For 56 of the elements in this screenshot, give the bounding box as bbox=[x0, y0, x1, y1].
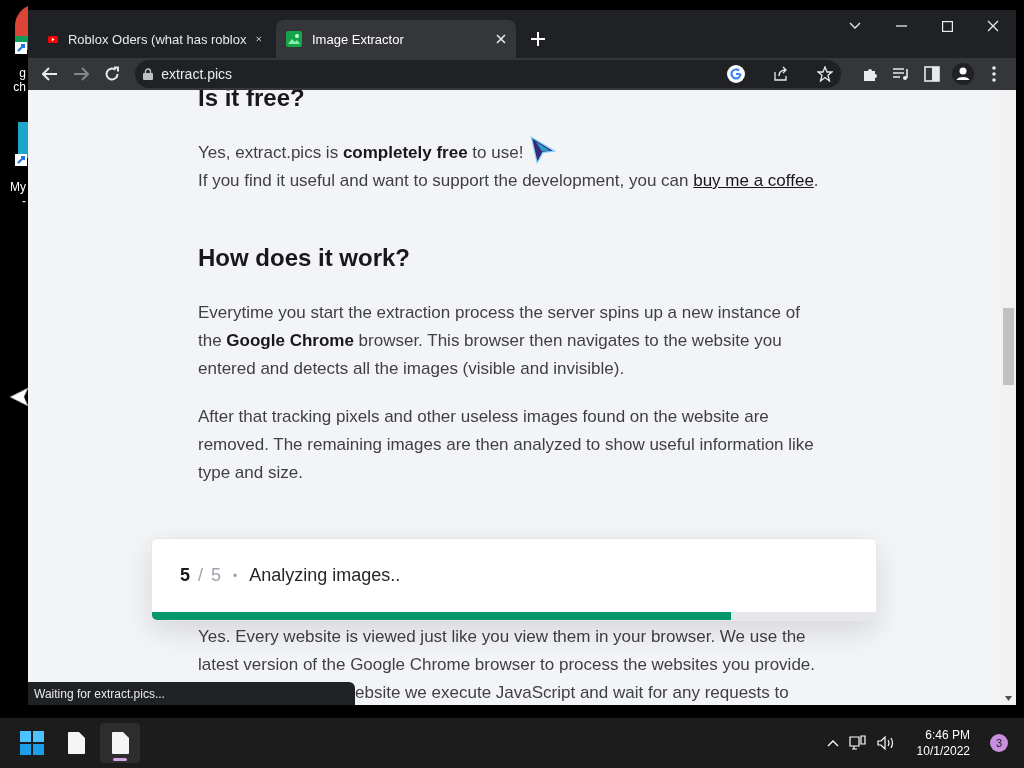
close-icon[interactable] bbox=[256, 34, 262, 44]
cursor-icon bbox=[530, 136, 556, 164]
menu-icon[interactable] bbox=[992, 66, 997, 82]
shortcut-label: - bbox=[22, 194, 27, 208]
browser-tab[interactable]: Image Extractor bbox=[276, 20, 516, 58]
side-panel-icon[interactable] bbox=[924, 66, 941, 82]
share-icon[interactable] bbox=[773, 66, 790, 82]
clock-date[interactable]: 10/1/2022 bbox=[916, 743, 970, 759]
paragraph-text: After that tracking pixels and other useless images found on the website are removed. The remaining images are then analyzed to show useful information like type and size. bbox=[198, 406, 815, 484]
maximize-icon[interactable] bbox=[941, 20, 953, 32]
shortcut-label: My bbox=[10, 180, 27, 194]
puzzle-icon[interactable] bbox=[862, 66, 879, 82]
status-bubble: Waiting for extract.pics... bbox=[28, 682, 355, 705]
scroll-down-icon[interactable] bbox=[1005, 696, 1012, 701]
image-icon bbox=[286, 31, 302, 47]
shortcut-label: g bbox=[19, 66, 27, 80]
scrollbar-thumb[interactable] bbox=[1003, 308, 1014, 385]
paragraph-text: Yes. Every website is viewed just like you view them in your browser. We use the latest version of the Google Chrome browser to process the websites you provide. bbox=[198, 626, 817, 676]
profile-icon[interactable] bbox=[952, 63, 975, 85]
close-icon[interactable] bbox=[987, 20, 999, 32]
clock-time[interactable]: 6:46 PM bbox=[925, 727, 970, 743]
paragraph-text: If you find it useful and want to support the development, you can buy me a coffee. bbox=[198, 170, 819, 192]
google-g-icon[interactable] bbox=[727, 65, 746, 83]
star-icon[interactable] bbox=[817, 66, 834, 82]
browser-shortcut-icon[interactable] bbox=[15, 6, 28, 54]
paragraph-text: Everytime you start the extraction process the server spins up a new instance of the Google Chrome browser. This browser then navigates to the website you entered and detects all the images (visible and invisible). bbox=[198, 302, 801, 380]
progress-message: Analyzing images.. bbox=[249, 565, 401, 586]
media-queue-icon[interactable] bbox=[892, 67, 911, 81]
coffee-link[interactable]: buy me a coffee bbox=[693, 171, 814, 190]
network-icon[interactable] bbox=[848, 735, 867, 751]
file-icon bbox=[111, 732, 129, 754]
step-count: 5 bbox=[180, 565, 190, 586]
lock-icon bbox=[143, 68, 154, 80]
start-icon[interactable] bbox=[20, 731, 44, 755]
plus-icon[interactable] bbox=[531, 32, 545, 46]
paragraph-text: Yes, extract.pics is completely free to use! bbox=[198, 142, 524, 164]
taskbar-app[interactable] bbox=[100, 723, 140, 763]
bullet-separator: • bbox=[233, 568, 238, 583]
chevron-down-icon[interactable] bbox=[849, 22, 861, 30]
shortcut-label: ch bbox=[13, 80, 27, 94]
address-bar[interactable]: extract.pics bbox=[135, 60, 842, 88]
notification-badge[interactable]: 3 bbox=[990, 734, 1008, 752]
reload-icon[interactable] bbox=[103, 66, 120, 82]
step-total: 5 bbox=[211, 565, 222, 586]
file-icon bbox=[67, 732, 85, 754]
volume-icon[interactable] bbox=[876, 736, 895, 750]
step-separator: / bbox=[198, 565, 204, 586]
browser-tab[interactable]: Roblox Oders (what has roblox bbox=[38, 20, 272, 58]
section-heading: How does it work? bbox=[198, 243, 411, 273]
app-shortcut-icon[interactable] bbox=[15, 122, 28, 166]
back-arrow-icon[interactable] bbox=[41, 67, 58, 81]
paragraph-text: ebsite we execute JavaScript and wait for any requests to bbox=[354, 682, 790, 704]
close-icon[interactable] bbox=[496, 34, 506, 44]
chevron-up-icon[interactable] bbox=[826, 739, 839, 747]
minimize-icon[interactable] bbox=[895, 25, 907, 27]
forward-arrow-icon[interactable] bbox=[72, 67, 89, 81]
